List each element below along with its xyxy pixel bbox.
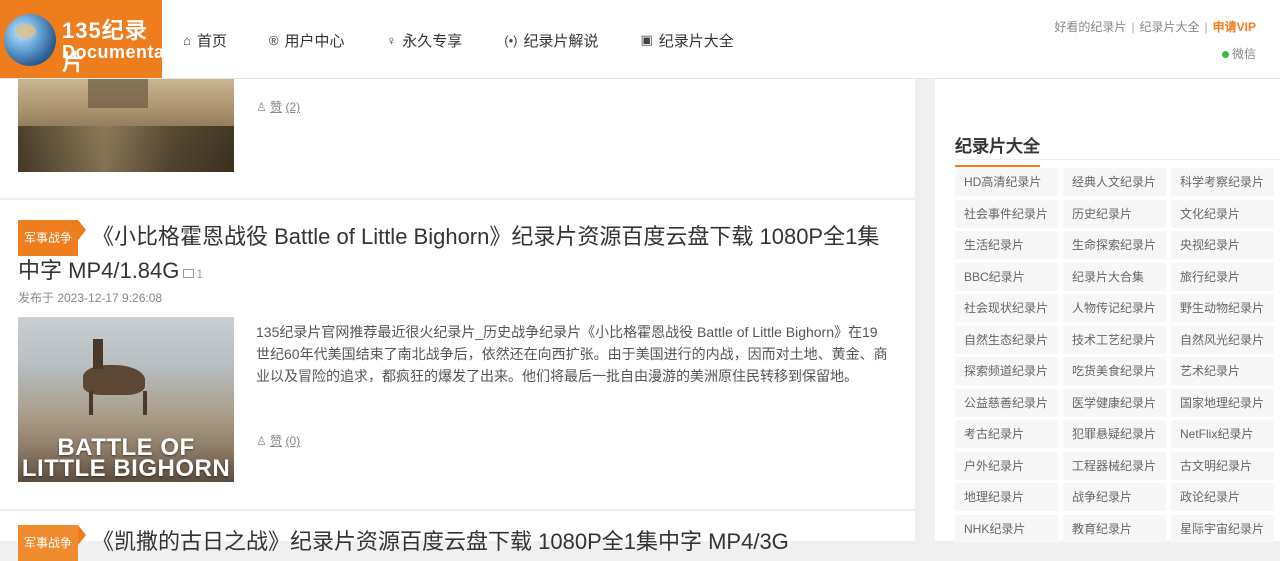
- nav-label: 用户中心: [284, 32, 345, 50]
- category-tag[interactable]: 央视纪录片: [1171, 231, 1274, 259]
- post-like-button[interactable]: ♙ 赞 (0): [256, 432, 300, 449]
- category-tag[interactable]: 国家地理纪录片: [1171, 388, 1274, 417]
- category-badge[interactable]: 军事战争: [18, 525, 87, 561]
- thumbnail-detail: [18, 126, 234, 172]
- post-excerpt: 135纪录片官网推荐最近很火纪录片_历史战争纪录片《小比格霍恩战役 Battle…: [256, 324, 888, 384]
- thumbs-up-icon: ♙: [256, 434, 267, 448]
- like-count: (0): [285, 434, 301, 448]
- next-post-title-row: 军事战争 《凯撒的古日之战》纪录片资源百度云盘下载 1080P全1集中字 MP4/…: [18, 525, 898, 561]
- nav-label: 首页: [196, 32, 227, 50]
- post-date: 发布于 2023-12-17 9:26:08: [18, 291, 163, 305]
- home-icon: ⌂: [183, 32, 191, 48]
- category-tag[interactable]: 吃货美食纪录片: [1063, 357, 1166, 385]
- category-tag[interactable]: 人物传记纪录片: [1063, 294, 1166, 322]
- category-tag[interactable]: NHK纪录片: [955, 514, 1058, 543]
- category-tag[interactable]: 探索频道纪录片: [955, 357, 1058, 385]
- image-count: 1: [183, 267, 203, 281]
- category-tag[interactable]: BBC纪录片: [955, 262, 1058, 291]
- category-tag[interactable]: 户外纪录片: [955, 451, 1058, 480]
- wechat-label: 微信: [1231, 47, 1256, 61]
- post-title-row: 军事战争 《小比格霍恩战役 Battle of Little Bighorn》纪录…: [18, 220, 898, 289]
- nav-label: 纪录片大全: [658, 32, 734, 50]
- category-tag[interactable]: 公益慈善纪录片: [955, 388, 1058, 417]
- post-title-link[interactable]: 《凯撒的古日之战》纪录片资源百度云盘下载 1080P全1集中字 MP4/3G: [92, 529, 789, 554]
- prev-post-thumbnail[interactable]: [18, 78, 234, 172]
- vip-apply-link[interactable]: 申请VIP: [1213, 20, 1256, 34]
- category-tag[interactable]: 生活纪录片: [955, 231, 1058, 259]
- logo-text-en: Documentary: [62, 42, 162, 62]
- nav-item-all-docs[interactable]: ▣ 纪录片大全: [640, 30, 733, 50]
- category-tag[interactable]: 旅行纪录片: [1171, 262, 1274, 291]
- wechat-icon: [1221, 51, 1229, 58]
- category-tag[interactable]: 战争纪录片: [1063, 483, 1166, 511]
- category-tag[interactable]: 医学健康纪录片: [1063, 388, 1166, 417]
- like-label: 赞: [270, 434, 283, 448]
- broadcast-icon: (•): [504, 32, 518, 48]
- category-tag[interactable]: 艺术纪录片: [1171, 357, 1274, 385]
- post-thumbnail[interactable]: BATTLE OF LITTLE BIGHORN: [18, 317, 234, 482]
- link-good-docs[interactable]: 好看的纪录片: [1054, 20, 1126, 34]
- separator: |: [1131, 20, 1135, 34]
- category-tag[interactable]: HD高清纪录片: [955, 168, 1058, 196]
- category-tag[interactable]: 古文明纪录片: [1171, 451, 1274, 480]
- nav-item-commentary[interactable]: (•) 纪录片解说: [504, 30, 598, 50]
- category-tag[interactable]: 生命探索纪录片: [1063, 231, 1166, 259]
- globe-icon: [4, 14, 56, 66]
- divider: [0, 509, 915, 511]
- sidebar-title: 纪录片大全: [955, 132, 1040, 167]
- top-right-links: 好看的纪录片 | 纪录片大全 | 申请VIP 微信: [1054, 18, 1256, 62]
- nav-label: 永久专享: [402, 32, 463, 50]
- rider-figure: [83, 339, 147, 415]
- category-tag[interactable]: 自然风光纪录片: [1171, 325, 1274, 354]
- divider: [955, 159, 1280, 160]
- category-tag[interactable]: 纪录片大合集: [1063, 262, 1166, 291]
- category-tag[interactable]: 野生动物纪录片: [1171, 294, 1274, 322]
- trophy-icon: ♀: [386, 32, 397, 48]
- image-count-value: 1: [196, 267, 204, 281]
- image-icon: [183, 269, 195, 279]
- video-icon: ▣: [640, 32, 653, 47]
- post-list: ♙ 赞 (2) 军事战争 《小比格霍恩战役 Battle of Little Bi…: [0, 78, 915, 561]
- thumbnail-detail: [88, 78, 148, 108]
- category-tag[interactable]: 考古纪录片: [955, 420, 1058, 448]
- category-tag[interactable]: 犯罪悬疑纪录片: [1063, 420, 1166, 448]
- nav-item-home[interactable]: ⌂ 首页: [183, 30, 227, 50]
- user-icon: ®: [268, 32, 279, 48]
- category-tag[interactable]: 政论纪录片: [1171, 483, 1274, 511]
- category-tag[interactable]: 社会现状纪录片: [955, 294, 1058, 322]
- category-tag[interactable]: 经典人文纪录片: [1063, 168, 1166, 196]
- category-tag[interactable]: 星际宇宙纪录片: [1171, 514, 1274, 543]
- sidebar-widget-top: [935, 78, 1280, 116]
- category-tag[interactable]: 历史纪录片: [1063, 199, 1166, 228]
- divider: [0, 198, 915, 200]
- separator: |: [1204, 20, 1208, 34]
- category-tag[interactable]: 教育纪录片: [1063, 514, 1166, 543]
- nav-label: 纪录片解说: [523, 32, 599, 50]
- link-all-docs[interactable]: 纪录片大全: [1140, 20, 1200, 34]
- site-logo[interactable]: 135纪录片 Documentary: [0, 0, 162, 78]
- prev-like-button[interactable]: ♙ 赞 (2): [256, 98, 300, 115]
- like-label: 赞: [270, 100, 283, 114]
- post-title-link[interactable]: 《小比格霍恩战役 Battle of Little Bighorn》纪录片资源百…: [18, 224, 879, 283]
- nav-item-user-center[interactable]: ® 用户中心: [269, 30, 345, 50]
- category-tag[interactable]: 工程器械纪录片: [1063, 451, 1166, 480]
- category-tag[interactable]: 地理纪录片: [955, 483, 1058, 511]
- site-header: 135纪录片 Documentary ⌂ 首页 ® 用户中心 ♀ 永久专享 (•…: [0, 0, 1280, 79]
- thumbs-up-icon: ♙: [256, 100, 267, 114]
- category-badge[interactable]: 军事战争: [18, 220, 87, 256]
- category-tag[interactable]: 科学考察纪录片: [1171, 168, 1274, 196]
- thumbnail-title-2: LITTLE BIGHORN: [21, 455, 231, 482]
- nav-item-permanent[interactable]: ♀ 永久专享: [386, 30, 462, 50]
- category-tag[interactable]: 社会事件纪录片: [955, 199, 1058, 228]
- wechat-link[interactable]: 微信: [1054, 45, 1256, 62]
- category-tag[interactable]: 文化纪录片: [1171, 199, 1274, 228]
- sidebar-categories: 纪录片大全 HD高清纪录片 经典人文纪录片 科学考察纪录片社会事件纪录片 历史纪录片文…: [935, 116, 1280, 543]
- category-tag[interactable]: NetFlix纪录片: [1171, 420, 1274, 448]
- category-tag[interactable]: 自然生态纪录片: [955, 325, 1058, 354]
- main-nav: ⌂ 首页 ® 用户中心 ♀ 永久专享 (•) 纪录片解说 ▣ 纪录片大全: [183, 30, 776, 50]
- category-tag[interactable]: 技术工艺纪录片: [1063, 325, 1166, 354]
- like-count: (2): [285, 100, 301, 114]
